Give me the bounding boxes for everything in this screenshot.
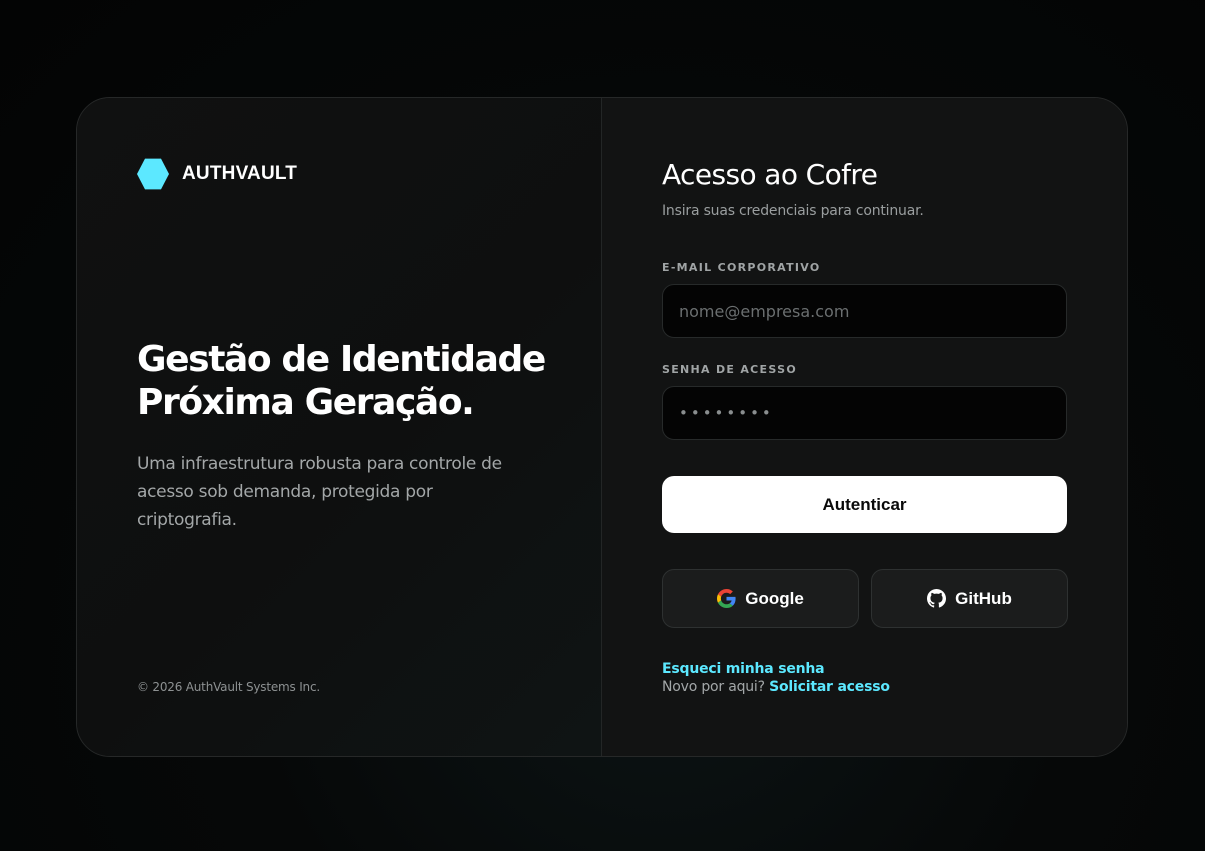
request-access-link[interactable]: Solicitar acesso [769,679,890,695]
github-icon [927,589,947,608]
hero-title-line-1: Gestão de Identidade [137,339,546,380]
hexagon-logo-icon [137,158,169,190]
hero-title: Gestão de Identidade Próxima Geração. [137,338,577,424]
password-label: SENHA DE ACESSO [662,363,797,376]
github-button-label: GitHub [955,588,1012,608]
hero-description: Uma infraestrutura robusta para controle… [137,454,502,530]
login-card: AUTHVAULT Gestão de Identidade Próxima G… [76,97,1128,757]
signup-line: Novo por aqui? Solicitar acesso [662,679,890,695]
email-label: E-MAIL CORPORATIVO [662,261,821,274]
google-icon [717,589,736,608]
forgot-password-link[interactable]: Esqueci minha senha [662,661,825,677]
brand-panel: AUTHVAULT Gestão de Identidade Próxima G… [77,98,602,756]
form-title: Acesso ao Cofre [662,158,878,191]
authenticate-button-label: Autenticar [822,494,907,514]
copyright: © 2026 AuthVault Systems Inc. [137,680,320,694]
google-button-label: Google [745,588,804,608]
email-input[interactable] [662,284,1067,338]
password-input[interactable] [662,386,1067,440]
form-subtitle: Insira suas credenciais para continuar. [662,203,924,219]
authenticate-button[interactable]: Autenticar [662,476,1067,533]
login-form-panel: Acesso ao Cofre Insira suas credenciais … [602,98,1127,756]
github-login-button[interactable]: GitHub [871,569,1068,628]
google-login-button[interactable]: Google [662,569,859,628]
brand-name: AUTHVAULT [182,163,298,184]
brand: AUTHVAULT [137,158,297,190]
hero-title-line-2: Próxima Geração. [137,382,475,423]
new-user-text: Novo por aqui? [662,679,765,695]
